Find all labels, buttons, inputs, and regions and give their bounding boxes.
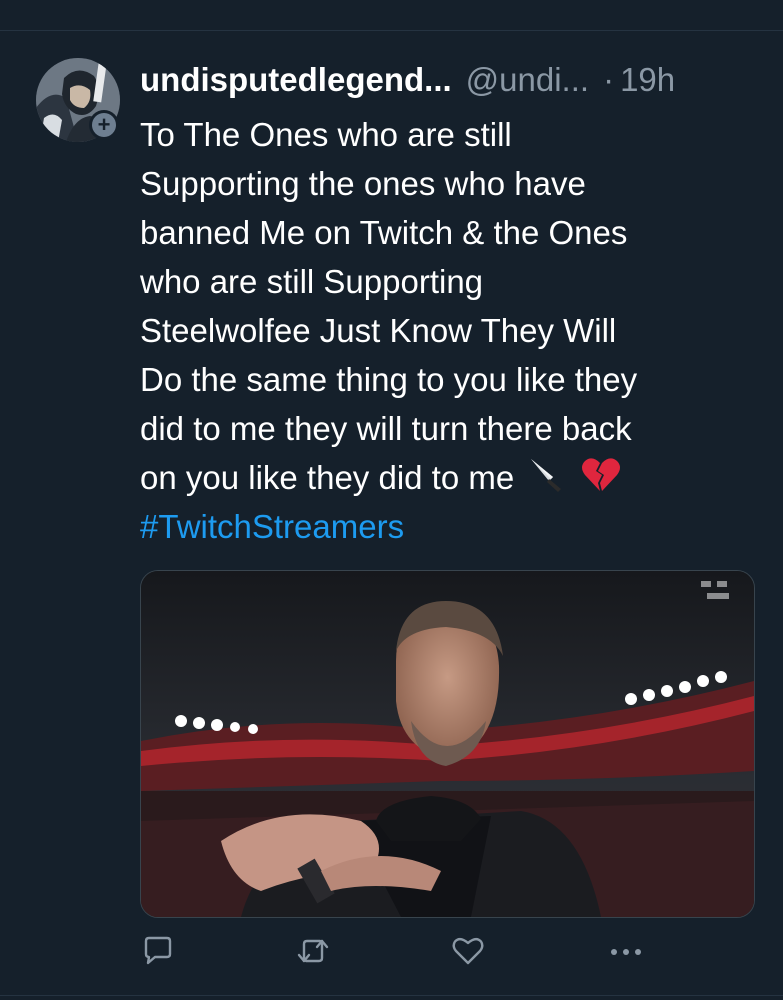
top-divider xyxy=(0,30,783,31)
tweet-actions xyxy=(140,935,760,975)
hashtag-link[interactable]: #TwitchStreamers xyxy=(140,502,760,551)
heart-icon xyxy=(452,936,484,971)
more-button[interactable] xyxy=(608,935,644,971)
like-button[interactable] xyxy=(450,935,486,971)
more-icon xyxy=(609,944,643,962)
tweet-line: banned Me on Twitch & the Ones xyxy=(140,214,628,251)
tweet-line: on you like they did to me xyxy=(140,459,515,496)
retweet-button[interactable] xyxy=(295,935,331,971)
knife-emoji xyxy=(527,455,567,506)
reply-icon xyxy=(142,935,174,972)
tweet-line: Do the same thing to you like they xyxy=(140,361,638,398)
broken-heart-emoji xyxy=(581,455,621,506)
tweet-line: To The Ones who are still xyxy=(140,116,512,153)
tweet-media-gif[interactable] xyxy=(140,570,755,918)
tweet-line: Supporting the ones who have xyxy=(140,165,586,202)
reply-button[interactable] xyxy=(140,935,176,971)
retweet-icon xyxy=(296,935,330,972)
follow-button[interactable]: + xyxy=(89,110,119,140)
tweet-line-with-emoji: on you like they did to me xyxy=(140,453,760,502)
user-handle[interactable]: @undi... xyxy=(466,60,589,100)
tweet-line: who are still Supporting xyxy=(140,263,484,300)
tweet-line: did to me they will turn there back xyxy=(140,410,632,447)
bottom-divider xyxy=(0,995,783,996)
tweet-line: Steelwolfee Just Know They Will xyxy=(140,312,617,349)
plus-icon: + xyxy=(92,113,116,137)
display-name[interactable]: undisputedlegend... xyxy=(140,60,452,100)
timestamp[interactable]: 19h xyxy=(620,60,675,100)
tweet-text: To The Ones who are still Supporting the… xyxy=(140,110,760,551)
tweet-header: undisputedlegend... @undi... · 19h xyxy=(140,60,760,100)
separator-dot: · xyxy=(603,61,615,98)
tweet-page: + undisputedlegend... @undi... · 19h To … xyxy=(0,0,783,1000)
